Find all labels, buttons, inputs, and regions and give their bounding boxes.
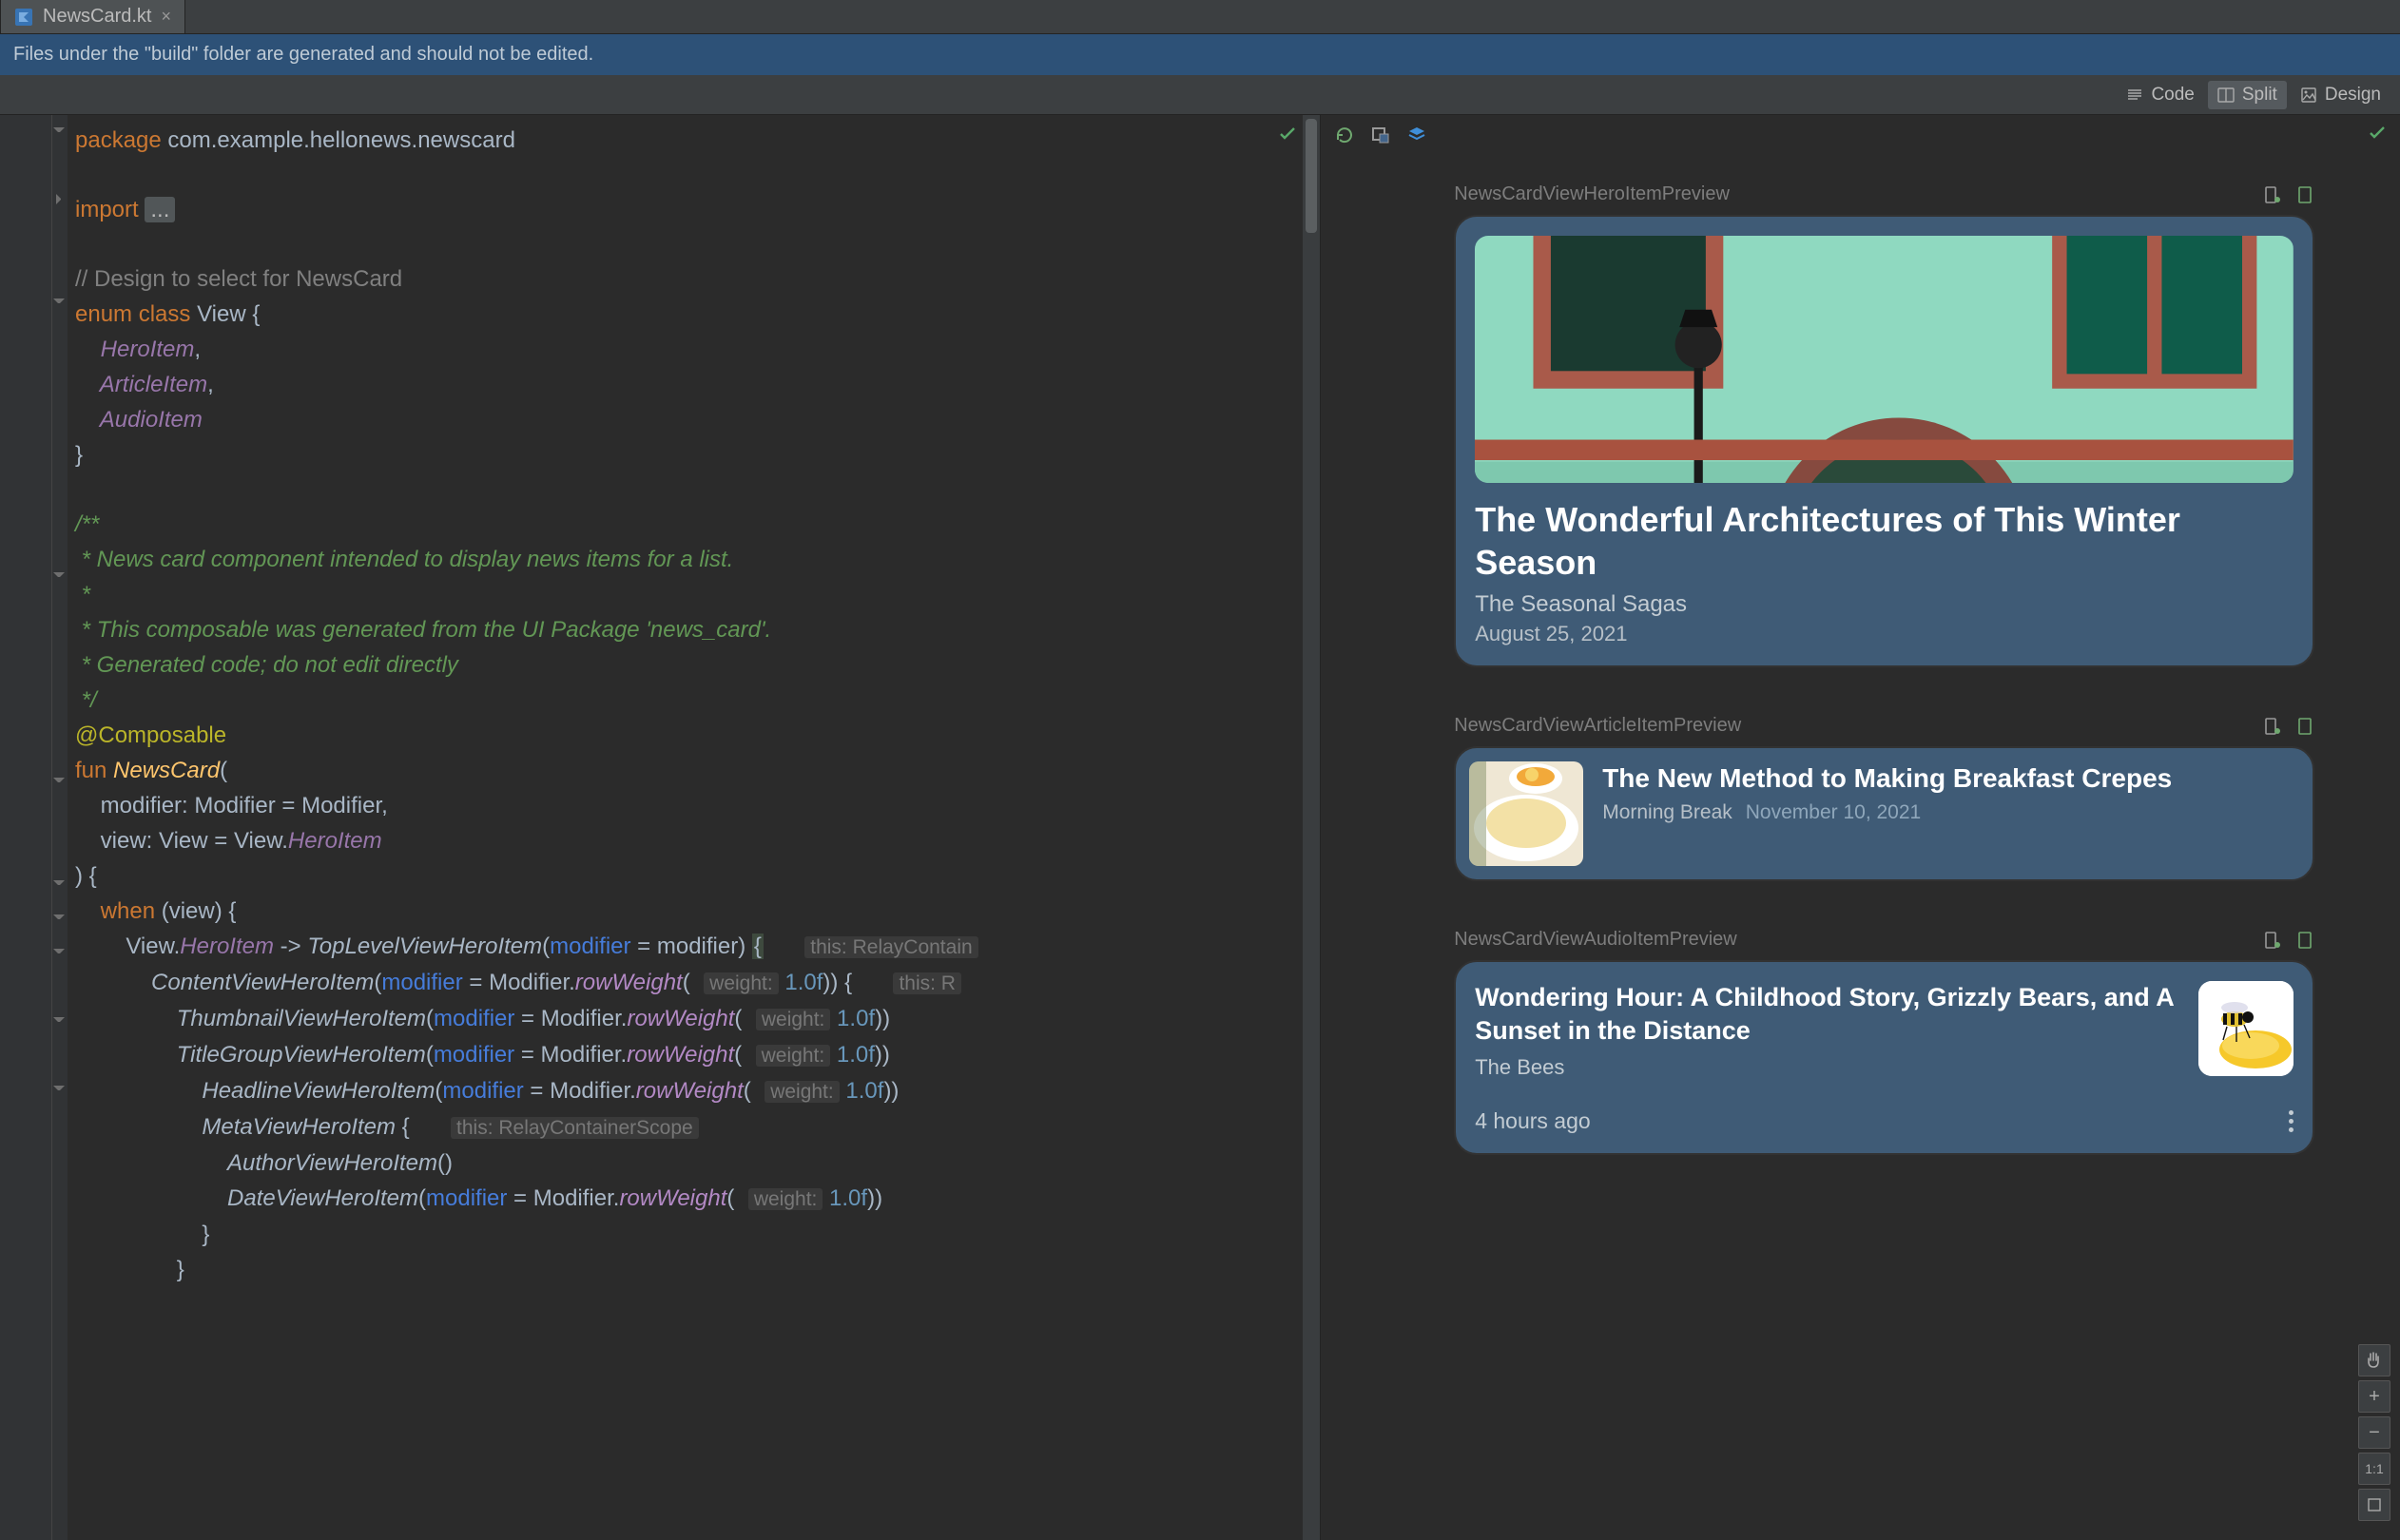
more-icon[interactable]	[2289, 1110, 2294, 1132]
tab-filename: NewsCard.kt	[43, 6, 151, 28]
audio-thumbnail	[2198, 981, 2294, 1076]
audio-card[interactable]: Wondering Hour: A Childhood Story, Grizz…	[1454, 960, 2314, 1155]
fold-marker-icon[interactable]	[53, 193, 65, 204]
build-warning-banner: Files under the "build" folder are gener…	[0, 34, 2400, 75]
editor-scrollbar[interactable]	[1303, 115, 1320, 1540]
banner-text: Files under the "build" folder are gener…	[13, 44, 593, 65]
hero-thumbnail	[1475, 236, 2294, 483]
close-icon[interactable]: ×	[161, 7, 171, 27]
fold-marker-icon[interactable]	[53, 125, 65, 136]
line-gutter	[0, 115, 52, 1540]
fold-marker-icon[interactable]	[53, 296, 65, 307]
animation-icon[interactable]	[2295, 185, 2314, 204]
preview-header: NewsCardViewAudioItemPreview	[1454, 929, 2314, 951]
zoom-in-button[interactable]: +	[2358, 1380, 2390, 1413]
preview-surface[interactable]: NewsCardViewHeroItemPreview	[1321, 155, 2400, 1540]
article-meta: Morning Break November 10, 2021	[1602, 801, 2299, 824]
fold-marker-icon[interactable]	[53, 946, 65, 957]
kotlin-file-icon	[14, 8, 33, 27]
design-label: Design	[2325, 85, 2381, 106]
animation-icon[interactable]	[2295, 717, 2314, 736]
split-icon	[2217, 87, 2235, 104]
article-author: Morning Break	[1602, 801, 1732, 823]
split-label: Split	[2242, 85, 2277, 106]
refresh-icon[interactable]	[1334, 125, 1355, 145]
hero-date: August 25, 2021	[1475, 622, 2294, 646]
preview-audio-block: NewsCardViewAudioItemPreview Wondering H…	[1454, 929, 2314, 1155]
hero-author: The Seasonal Sagas	[1475, 591, 2294, 618]
preview-actions	[2263, 931, 2314, 950]
interactive-mode-icon[interactable]	[1370, 125, 1391, 145]
article-card[interactable]: The New Method to Making Breakfast Crepe…	[1454, 746, 2314, 881]
audio-time-ago: 4 hours ago	[1475, 1108, 1590, 1134]
preview-article-block: NewsCardViewArticleItemPreview	[1454, 715, 2314, 881]
scrollbar-thumb[interactable]	[1306, 119, 1317, 233]
preview-label: NewsCardViewArticleItemPreview	[1454, 715, 1741, 737]
pan-icon[interactable]	[2358, 1344, 2390, 1376]
zoom-reset-button[interactable]: 1:1	[2358, 1453, 2390, 1485]
code-label: Code	[2151, 85, 2194, 106]
animation-icon[interactable]	[2295, 931, 2314, 950]
file-tab[interactable]: NewsCard.kt ×	[0, 0, 185, 33]
fold-marker-icon[interactable]	[53, 1014, 65, 1026]
design-mode[interactable]: Design	[2291, 81, 2390, 109]
tab-bar: NewsCard.kt ×	[0, 0, 2400, 34]
preview-status-ok-icon	[2368, 124, 2387, 147]
fold-marker-icon[interactable]	[53, 877, 65, 889]
article-thumbnail	[1469, 761, 1583, 866]
split-mode[interactable]: Split	[2208, 81, 2287, 109]
audio-headline: Wondering Hour: A Childhood Story, Grizz…	[1475, 981, 2179, 1048]
zoom-out-button[interactable]: −	[2358, 1416, 2390, 1449]
preview-label: NewsCardViewHeroItemPreview	[1454, 183, 1730, 205]
layers-icon[interactable]	[1406, 125, 1427, 145]
hero-card[interactable]: The Wonderful Architectures of This Wint…	[1454, 215, 2314, 667]
hero-headline: The Wonderful Architectures of This Wint…	[1475, 498, 2294, 584]
zoom-controls: + − 1:1	[2358, 1344, 2390, 1521]
preview-header: NewsCardViewHeroItemPreview	[1454, 183, 2314, 205]
preview-label: NewsCardViewAudioItemPreview	[1454, 929, 1737, 951]
source-code[interactable]: package com.example.hellonews.newscard i…	[68, 115, 1320, 1540]
preview-actions	[2263, 717, 2314, 736]
article-date: November 10, 2021	[1746, 801, 1921, 823]
main-split: package com.example.hellonews.newscard i…	[0, 115, 2400, 1540]
preview-header: NewsCardViewArticleItemPreview	[1454, 715, 2314, 737]
fold-marker-icon[interactable]	[53, 1083, 65, 1094]
design-icon	[2300, 87, 2317, 104]
article-headline: The New Method to Making Breakfast Crepe…	[1602, 761, 2299, 796]
fold-gutter	[52, 115, 68, 1540]
deploy-icon[interactable]	[2263, 717, 2282, 736]
deploy-icon[interactable]	[2263, 185, 2282, 204]
preview-toolbar	[1321, 115, 2400, 155]
inspection-ok-icon[interactable]	[1278, 125, 1297, 148]
fold-marker-icon[interactable]	[53, 912, 65, 923]
preview-hero-block: NewsCardViewHeroItemPreview	[1454, 183, 2314, 667]
code-editor[interactable]: package com.example.hellonews.newscard i…	[0, 115, 1320, 1540]
preview-actions	[2263, 185, 2314, 204]
view-mode-switcher: Code Split Design	[0, 75, 2400, 115]
code-icon	[2126, 87, 2143, 104]
zoom-ratio: 1:1	[2365, 1461, 2383, 1476]
fold-marker-icon[interactable]	[53, 569, 65, 581]
zoom-fit-button[interactable]	[2358, 1489, 2390, 1521]
audio-author: The Bees	[1475, 1055, 2179, 1080]
deploy-icon[interactable]	[2263, 931, 2282, 950]
design-preview-pane: NewsCardViewHeroItemPreview	[1320, 115, 2400, 1540]
code-mode[interactable]: Code	[2117, 81, 2203, 109]
fold-marker-icon[interactable]	[53, 775, 65, 786]
